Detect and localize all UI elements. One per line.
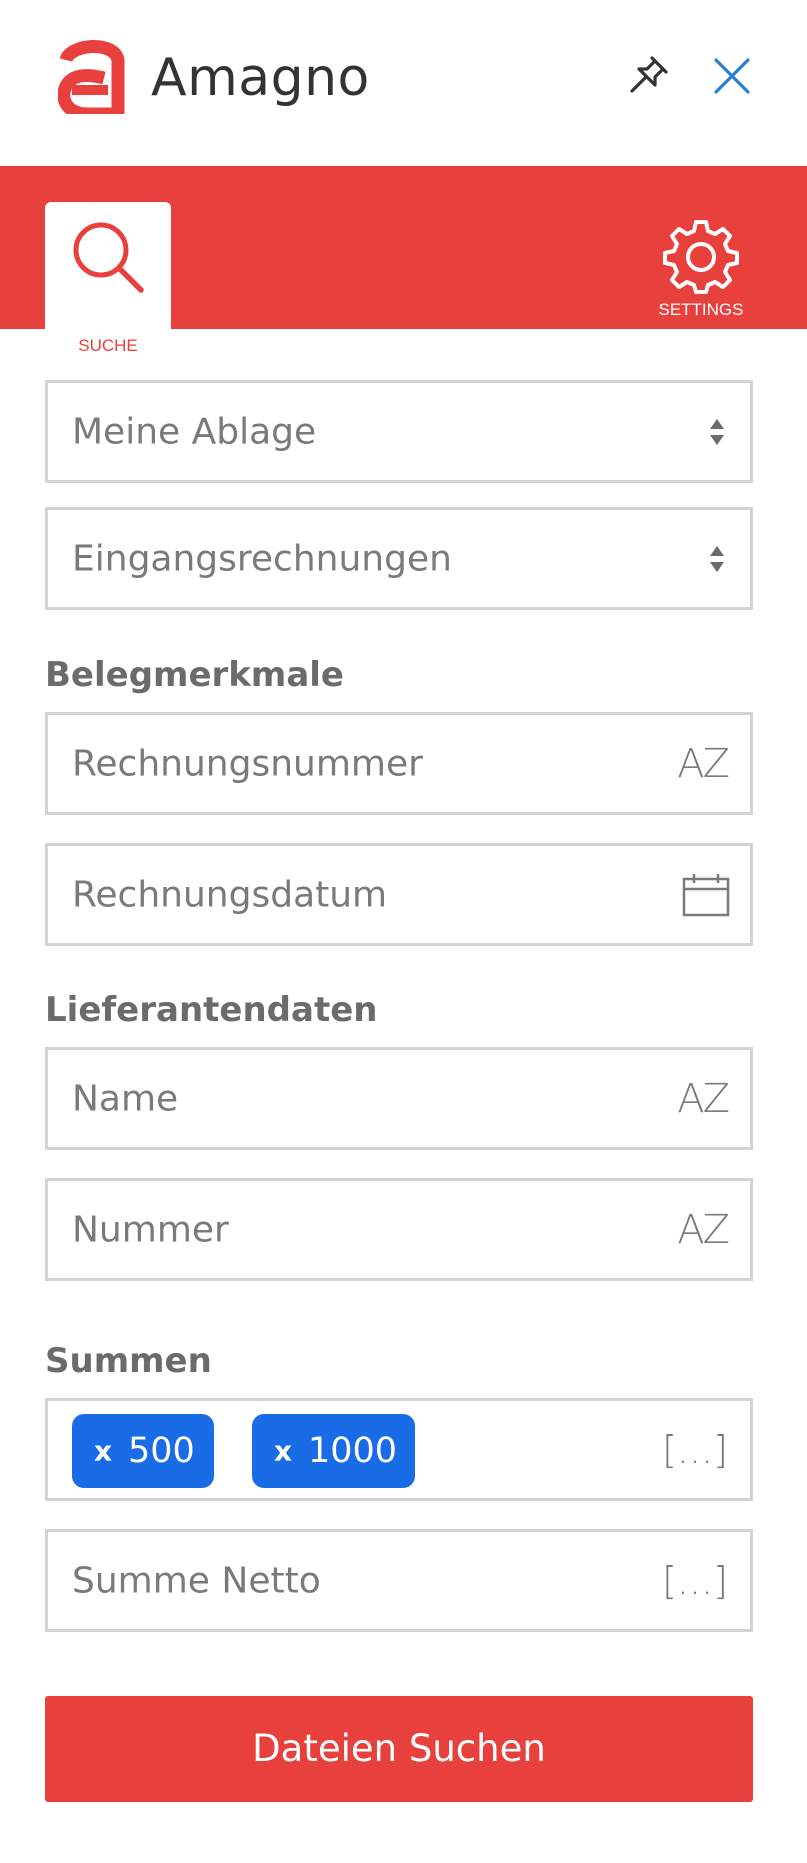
value-chip: x 500 [72,1414,214,1488]
document-type-select[interactable]: Eingangsrechnungen [45,507,753,610]
tab-settings-label: SETTINGS [658,300,744,319]
tab-settings[interactable]: SETTINGS [646,218,756,319]
pin-icon[interactable] [624,52,672,100]
select-arrows-icon [710,418,724,445]
net-sum-field[interactable]: Summe Netto [...] [45,1529,753,1632]
chip-value: 500 [128,1431,195,1471]
range-type-indicator: [...] [662,1427,728,1472]
text-type-indicator: AZ [677,1075,730,1122]
text-type-indicator: AZ [677,740,730,787]
range-type-indicator: [...] [662,1558,728,1603]
section-title-document: Belegmerkmale [45,655,344,695]
invoice-date-placeholder: Rechnungsdatum [72,874,388,915]
storage-select-value: Meine Ablage [72,411,317,452]
document-type-select-value: Eingangsrechnungen [72,538,452,579]
select-arrows-icon [710,545,724,572]
gear-icon [663,220,739,294]
chip-remove-button[interactable]: x [94,1435,112,1468]
invoice-number-placeholder: Rechnungsnummer [72,743,423,784]
sum-range-field[interactable]: x 500 x 1000 [...] [45,1398,753,1501]
search-files-button[interactable]: Dateien Suchen [45,1696,753,1802]
calendar-icon[interactable] [682,873,730,917]
text-type-indicator: AZ [677,1206,730,1253]
tab-bar: SUCHE SETTINGS [0,166,807,355]
invoice-date-field[interactable]: Rechnungsdatum [45,843,753,946]
supplier-number-placeholder: Nummer [72,1209,229,1250]
amagno-logo-icon [58,40,125,114]
supplier-number-field[interactable]: Nummer AZ [45,1178,753,1281]
supplier-name-placeholder: Name [72,1078,179,1119]
close-icon[interactable] [712,56,752,96]
search-icon [73,222,144,293]
net-sum-placeholder: Summe Netto [72,1560,321,1601]
storage-select[interactable]: Meine Ablage [45,380,753,483]
invoice-number-field[interactable]: Rechnungsnummer AZ [45,712,753,815]
section-title-sums: Summen [45,1341,212,1381]
section-title-supplier: Lieferantendaten [45,990,378,1030]
tab-search[interactable]: SUCHE [45,202,171,355]
chip-remove-button[interactable]: x [274,1435,292,1468]
value-chip: x 1000 [252,1414,415,1488]
tab-search-label: SUCHE [78,336,138,355]
app-header: Amagno [0,0,807,166]
supplier-name-field[interactable]: Name AZ [45,1047,753,1150]
app-title: Amagno [151,48,370,108]
chip-value: 1000 [308,1431,398,1471]
